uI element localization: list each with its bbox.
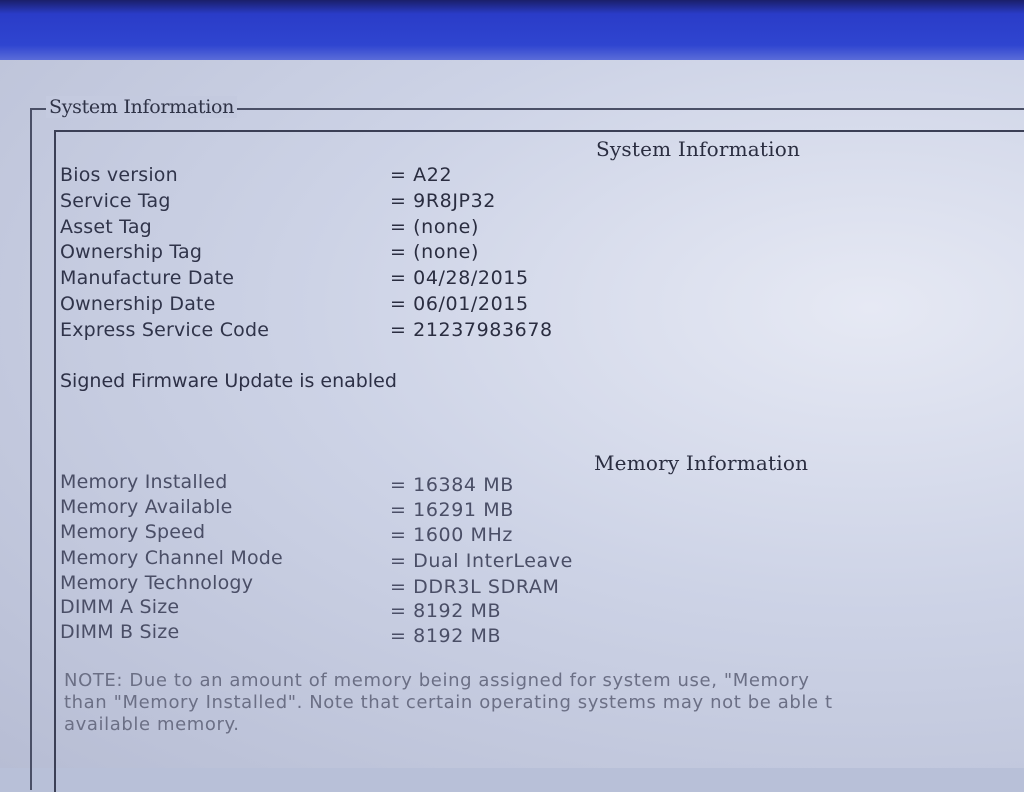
memory-channel-mode-label: Memory Channel Mode [60, 547, 283, 569]
dimm-b-size-value: = 8192 MB [390, 625, 502, 647]
bios-version-value: = A22 [390, 164, 453, 186]
ownership-tag-value: = (none) [390, 241, 479, 263]
dimm-a-size-label: DIMM A Size [60, 596, 180, 618]
dimm-a-size-value: = 8192 MB [390, 600, 502, 622]
ownership-date-value: = 06/01/2015 [390, 293, 529, 315]
ownership-tag-label: Ownership Tag [60, 241, 203, 263]
memory-available-label: Memory Available [60, 496, 233, 518]
express-service-code-value: = 21237983678 [390, 319, 553, 341]
express-service-code-label: Express Service Code [60, 319, 270, 341]
window-title-bar [0, 0, 1024, 60]
ownership-date-label: Ownership Date [60, 293, 216, 315]
dimm-b-size-label: DIMM B Size [60, 621, 180, 643]
memory-channel-mode-value: = Dual InterLeave [390, 550, 573, 572]
group-title: System Information [46, 96, 238, 118]
bios-version-label: Bios version [60, 164, 178, 186]
memory-speed-label: Memory Speed [60, 521, 206, 543]
memory-technology-label: Memory Technology [60, 572, 254, 594]
service-tag-label: Service Tag [60, 190, 171, 212]
asset-tag-value: = (none) [390, 216, 479, 238]
memory-information-heading: Memory Information [594, 451, 809, 475]
firmware-update-status: Signed Firmware Update is enabled [60, 370, 397, 392]
manufacture-date-value: = 04/28/2015 [390, 267, 529, 289]
memory-technology-value: = DDR3L SDRAM [390, 576, 560, 598]
asset-tag-label: Asset Tag [60, 216, 152, 238]
service-tag-value: = 9R8JP32 [390, 190, 496, 212]
note-line-1: NOTE: Due to an amount of memory being a… [64, 670, 810, 691]
memory-speed-value: = 1600 MHz [390, 524, 514, 546]
memory-installed-label: Memory Installed [60, 471, 228, 493]
note-line-2: than "Memory Installed". Note that certa… [64, 692, 833, 713]
system-information-heading: System Information [596, 137, 801, 161]
memory-installed-value: = 16384 MB [390, 474, 514, 496]
note-line-3: available memory. [64, 714, 240, 735]
manufacture-date-label: Manufacture Date [60, 267, 235, 289]
memory-note: NOTE: Due to an amount of memory being a… [64, 670, 1024, 736]
memory-available-value: = 16291 MB [390, 499, 514, 521]
